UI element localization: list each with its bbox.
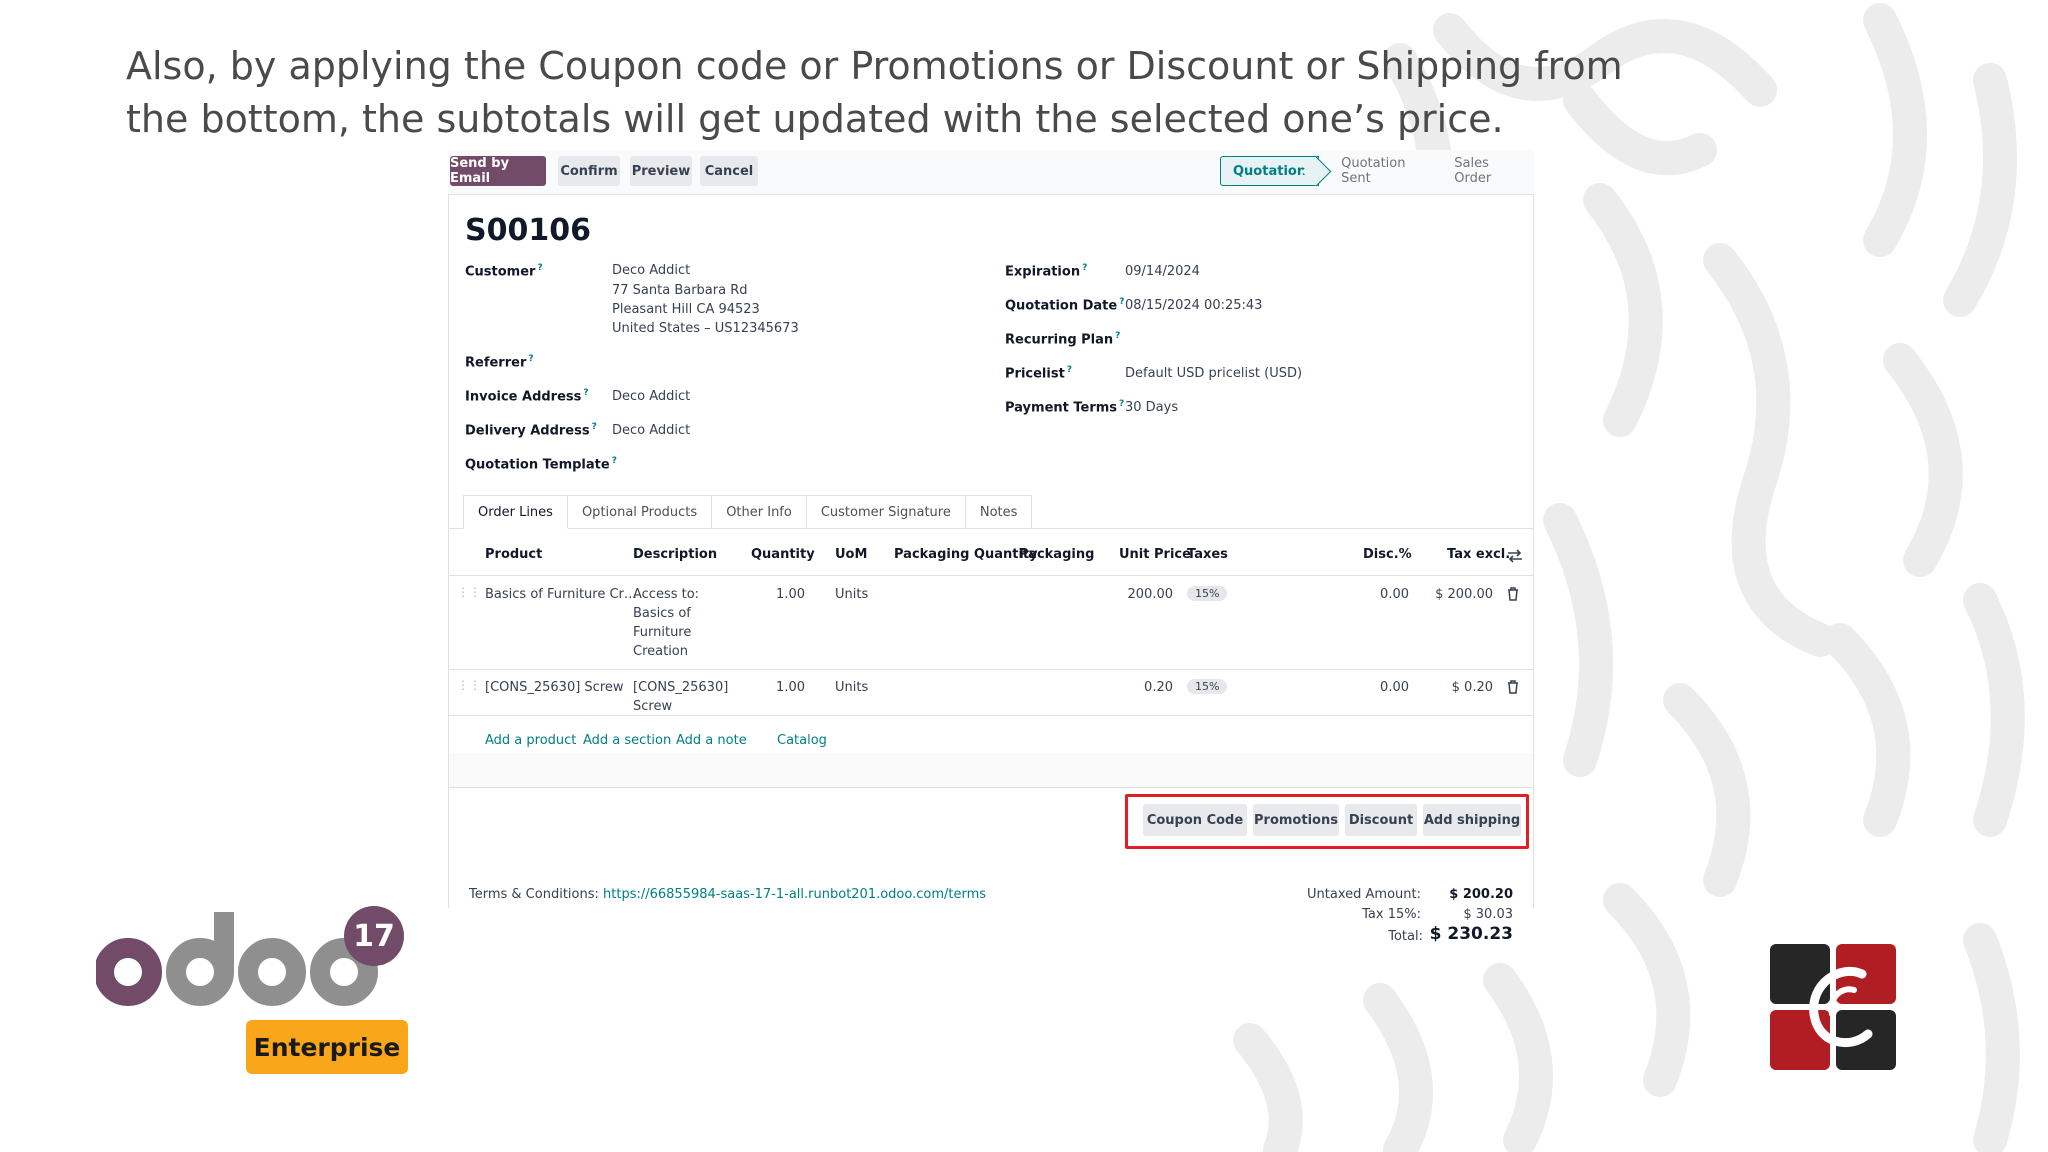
row-divider: [449, 715, 1533, 716]
pricelist-field[interactable]: Default USD pricelist (USD): [1125, 364, 1302, 383]
line-discount[interactable]: 0.00: [1329, 678, 1409, 697]
stage-quotation-sent[interactable]: Quotation Sent: [1319, 156, 1440, 186]
tax-label: Tax 15%:: [1362, 907, 1421, 922]
quotation-date-field[interactable]: 08/15/2024 00:25:43: [1125, 296, 1262, 315]
tab-customer-signature[interactable]: Customer Signature: [806, 495, 966, 529]
record-title: S00106: [465, 213, 591, 248]
version-badge: 17: [344, 906, 404, 966]
line-discount[interactable]: 0.00: [1329, 585, 1409, 604]
line-description[interactable]: Screw: [633, 697, 672, 716]
drag-handle-icon[interactable]: ⋮⋮: [457, 678, 481, 692]
tax-badge[interactable]: 15%: [1187, 679, 1228, 694]
drag-handle-icon[interactable]: ⋮⋮: [457, 585, 481, 599]
line-subtotal: $ 200.00: [1435, 587, 1493, 602]
untaxed-amount-value: $ 200.20: [1449, 887, 1513, 902]
stage-sales-order[interactable]: Sales Order: [1440, 156, 1534, 186]
tab-optional-products[interactable]: Optional Products: [567, 495, 713, 529]
expiration-field[interactable]: 09/14/2024: [1125, 262, 1200, 281]
customer-label: Customer?: [465, 263, 543, 280]
line-subtotal: $ 0.20: [1451, 680, 1493, 695]
line-description[interactable]: Creation: [633, 642, 688, 661]
line-unit-price[interactable]: 200.00: [1089, 585, 1174, 604]
row-divider: [449, 669, 1533, 670]
table-footer: [449, 753, 1533, 788]
payment-terms-field[interactable]: 30 Days: [1125, 398, 1178, 417]
header-divider: [449, 575, 1533, 576]
line-quantity[interactable]: 1.00: [749, 585, 805, 604]
trash-icon[interactable]: [1507, 587, 1519, 601]
payment-terms-label: Payment Terms?: [1005, 399, 1125, 416]
send-by-email-button[interactable]: Send by Email: [450, 156, 546, 186]
invoice-address-field[interactable]: Deco Addict: [612, 387, 690, 406]
confirm-button[interactable]: Confirm: [558, 156, 620, 186]
line-unit-price[interactable]: 0.20: [1089, 678, 1173, 697]
expiration-label: Expiration?: [1005, 263, 1088, 280]
col-uom[interactable]: UoM: [835, 547, 867, 562]
line-description[interactable]: Furniture: [633, 623, 691, 642]
add-section-link[interactable]: Add a section: [583, 733, 671, 748]
optional-columns-icon[interactable]: [1507, 549, 1523, 563]
customer-country: United States – US12345673: [612, 321, 799, 336]
cancel-button[interactable]: Cancel: [700, 156, 758, 186]
line-description[interactable]: Access to:: [633, 585, 699, 604]
tab-other-info[interactable]: Other Info: [712, 495, 807, 529]
col-tax-excl[interactable]: Tax excl.: [1447, 547, 1510, 562]
terms-and-conditions: Terms & Conditions: https://66855984-saa…: [469, 887, 986, 902]
highlight-box: [1125, 794, 1529, 849]
recurring-plan-label: Recurring Plan?: [1005, 331, 1121, 348]
preview-button[interactable]: Preview: [630, 156, 692, 186]
col-discount[interactable]: Disc.%: [1363, 547, 1412, 562]
add-note-link[interactable]: Add a note: [676, 733, 747, 748]
form-sheet: S00106 Customer? Deco Addict 77 Santa Ba…: [448, 194, 1534, 944]
line-product[interactable]: [CONS_25630] Screw: [485, 678, 624, 697]
col-description[interactable]: Description: [633, 547, 717, 562]
company-logo: [1770, 944, 1896, 1070]
trash-icon[interactable]: [1507, 680, 1519, 694]
untaxed-amount-label: Untaxed Amount:: [1307, 887, 1421, 902]
col-product[interactable]: Product: [485, 547, 542, 562]
table-bottom-divider: [449, 787, 1533, 788]
col-packaging[interactable]: Packaging: [1019, 547, 1094, 562]
line-description[interactable]: [CONS_25630]: [633, 678, 728, 697]
quotation-template-label: Quotation Template?: [465, 456, 617, 473]
tax-badge[interactable]: 15%: [1187, 586, 1228, 601]
stage-quotation[interactable]: Quotation: [1220, 156, 1320, 186]
total-value: $ 230.23: [1429, 924, 1513, 944]
referrer-label: Referrer?: [465, 354, 534, 371]
pricelist-label: Pricelist?: [1005, 365, 1073, 382]
slide-headline: Also, by applying the Coupon code or Pro…: [126, 44, 1623, 141]
enterprise-badge: Enterprise: [246, 1020, 408, 1074]
catalog-link[interactable]: Catalog: [777, 733, 827, 748]
tab-notes[interactable]: Notes: [965, 495, 1033, 529]
col-taxes[interactable]: Taxes: [1187, 547, 1228, 562]
tax-value: $ 30.03: [1463, 907, 1513, 922]
line-uom[interactable]: Units: [835, 585, 868, 604]
line-description[interactable]: Basics of: [633, 604, 691, 623]
customer-name[interactable]: Deco Addict: [612, 261, 690, 280]
add-product-link[interactable]: Add a product: [485, 733, 576, 748]
status-bar: Quotation Quotation Sent Sales Order: [1220, 156, 1534, 186]
control-panel: Send by Email Confirm Preview Cancel Quo…: [448, 150, 1534, 194]
line-quantity[interactable]: 1.00: [749, 678, 805, 697]
customer-street: 77 Santa Barbara Rd: [612, 283, 748, 298]
notebook-tabs: Order Lines Optional Products Other Info…: [463, 495, 1033, 529]
total-label: Total:: [1388, 929, 1423, 944]
tab-order-lines[interactable]: Order Lines: [463, 495, 568, 529]
col-packaging-quantity[interactable]: Packaging Quantity: [894, 547, 1038, 562]
col-quantity[interactable]: Quantity: [751, 547, 815, 562]
invoice-address-label: Invoice Address?: [465, 388, 589, 405]
quotation-date-label: Quotation Date?: [1005, 297, 1125, 314]
delivery-address-field[interactable]: Deco Addict: [612, 421, 690, 440]
col-unit-price[interactable]: Unit Price: [1119, 547, 1191, 562]
delivery-address-label: Delivery Address?: [465, 422, 597, 439]
odoo-quotation-form: Send by Email Confirm Preview Cancel Quo…: [448, 150, 1534, 944]
line-uom[interactable]: Units: [835, 678, 868, 697]
line-product[interactable]: Basics of Furniture Cr…: [485, 585, 637, 604]
customer-city: Pleasant Hill CA 94523: [612, 302, 760, 317]
terms-label: Terms & Conditions:: [469, 887, 599, 902]
terms-link[interactable]: https://66855984-saas-17-1-all.runbot201…: [603, 887, 986, 902]
